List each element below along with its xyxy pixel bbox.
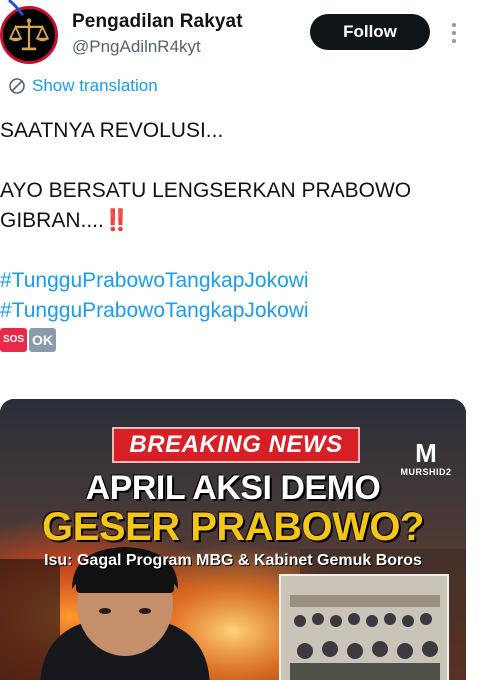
hashtag-link-1[interactable]: #TungguPrabowoTangkapJokowi xyxy=(0,266,481,296)
tweet-line-1: SAATNYA REVOLUSI... xyxy=(0,119,224,142)
double-exclamation-emoji: ‼️ xyxy=(103,209,130,232)
tweet-header: Pengadilan Rakyat @PngAdilnR4kyt Follow xyxy=(0,0,481,70)
show-translation-label: Show translation xyxy=(32,76,158,95)
emoji-row: SOS OK xyxy=(0,328,481,352)
display-name[interactable]: Pengadilan Rakyat xyxy=(72,10,243,34)
tweet-text: SAATNYA REVOLUSI... AYO BERSATU LENGSERK… xyxy=(0,116,481,352)
headline-subline: Isu: Gagal Program MBG & Kabinet Gemuk B… xyxy=(44,552,422,569)
headline-primary: APRIL AKSI DEMO xyxy=(85,469,381,507)
scales-of-justice-icon xyxy=(3,9,55,61)
pen-stroke-mark xyxy=(8,0,24,16)
translate-icon xyxy=(9,78,25,94)
more-vertical-icon[interactable] xyxy=(444,20,464,46)
media-image[interactable]: BREAKING NEWS M MURSHID2 APRIL AKSI DEMO… xyxy=(0,399,466,680)
user-handle[interactable]: @PngAdilnR4kyt xyxy=(72,35,243,59)
breaking-news-banner: BREAKING NEWS xyxy=(112,427,360,463)
logo-mark: M xyxy=(415,438,437,468)
sos-emoji: SOS xyxy=(0,328,27,352)
tweet-line-2: AYO BERSATU LENGSERKAN PRABOWO xyxy=(0,179,412,202)
follow-button[interactable]: Follow xyxy=(310,14,430,50)
tweet-line-3-text: GIBRAN.... xyxy=(0,209,104,232)
tweet-line-3: GIBRAN....‼️ xyxy=(0,206,481,236)
hashtag-link-2[interactable]: #TungguPrabowoTangkapJokowi xyxy=(0,296,481,326)
show-translation-link[interactable]: Show translation xyxy=(8,76,158,96)
headline-secondary: GESER PRABOWO? xyxy=(42,505,424,549)
user-info: Pengadilan Rakyat @PngAdilnR4kyt xyxy=(72,10,243,59)
ok-emoji: OK xyxy=(29,328,56,352)
